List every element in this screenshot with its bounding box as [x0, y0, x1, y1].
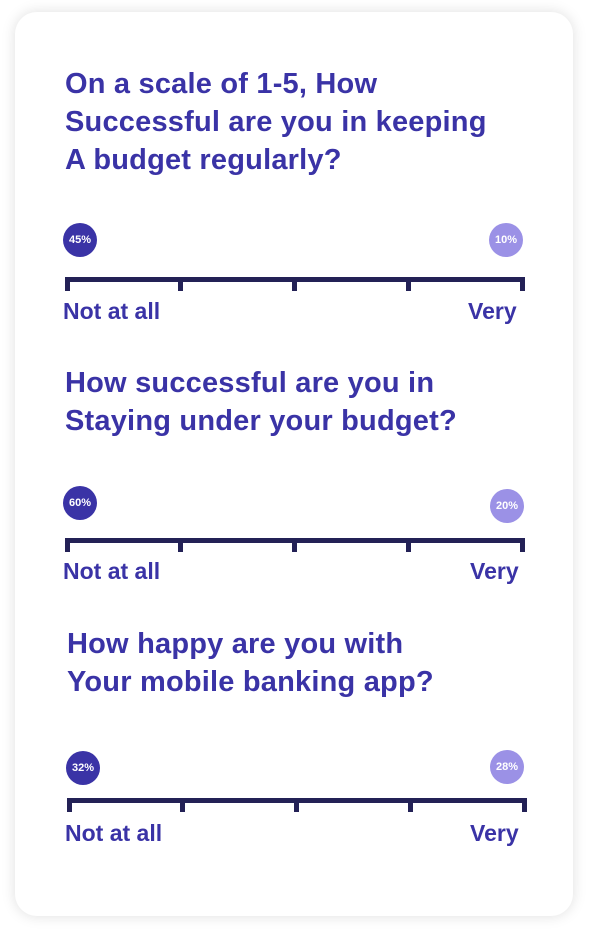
question-1-very-label: Very	[468, 298, 517, 324]
question-2-rating-scale[interactable]	[65, 538, 525, 554]
scale-tick-4[interactable]	[406, 538, 411, 552]
question-3-not-at-all-percent: 32%	[66, 751, 100, 785]
scale-tick-1[interactable]	[65, 277, 70, 291]
question-2-not-at-all-percent: 60%	[63, 486, 97, 520]
question-3-very-label: Very	[470, 820, 519, 846]
question-1-title: On a scale of 1-5, How Successful are yo…	[65, 68, 487, 176]
question-3-title: How happy are you with Your mobile banki…	[67, 628, 434, 698]
question-1-not-at-all-percent: 45%	[63, 223, 97, 257]
scale-tick-4[interactable]	[406, 277, 411, 291]
scale-tick-1[interactable]	[67, 798, 72, 812]
question-2-title: How successful are you in Staying under …	[65, 367, 457, 437]
scale-tick-5[interactable]	[520, 277, 525, 291]
question-3-not-at-all-label: Not at all	[65, 820, 163, 846]
scale-tick-3[interactable]	[292, 277, 297, 291]
question-2-very-label: Very	[470, 558, 519, 584]
scale-tick-3[interactable]	[294, 798, 299, 812]
question-3-rating-scale[interactable]	[67, 798, 527, 814]
question-1-not-at-all-label: Not at all	[63, 298, 161, 324]
scale-tick-2[interactable]	[178, 538, 183, 552]
scale-tick-1[interactable]	[65, 538, 70, 552]
survey-card: On a scale of 1-5, How Successful are yo…	[15, 12, 573, 916]
scale-tick-3[interactable]	[292, 538, 297, 552]
question-2-not-at-all-label: Not at all	[63, 558, 161, 584]
scale-tick-5[interactable]	[520, 538, 525, 552]
scale-tick-5[interactable]	[522, 798, 527, 812]
scale-tick-2[interactable]	[180, 798, 185, 812]
scale-tick-4[interactable]	[408, 798, 413, 812]
question-3-very-percent: 28%	[490, 750, 524, 784]
question-1-very-percent: 10%	[489, 223, 523, 257]
question-1-rating-scale[interactable]	[65, 277, 525, 293]
scale-tick-2[interactable]	[178, 277, 183, 291]
question-2-very-percent: 20%	[490, 489, 524, 523]
